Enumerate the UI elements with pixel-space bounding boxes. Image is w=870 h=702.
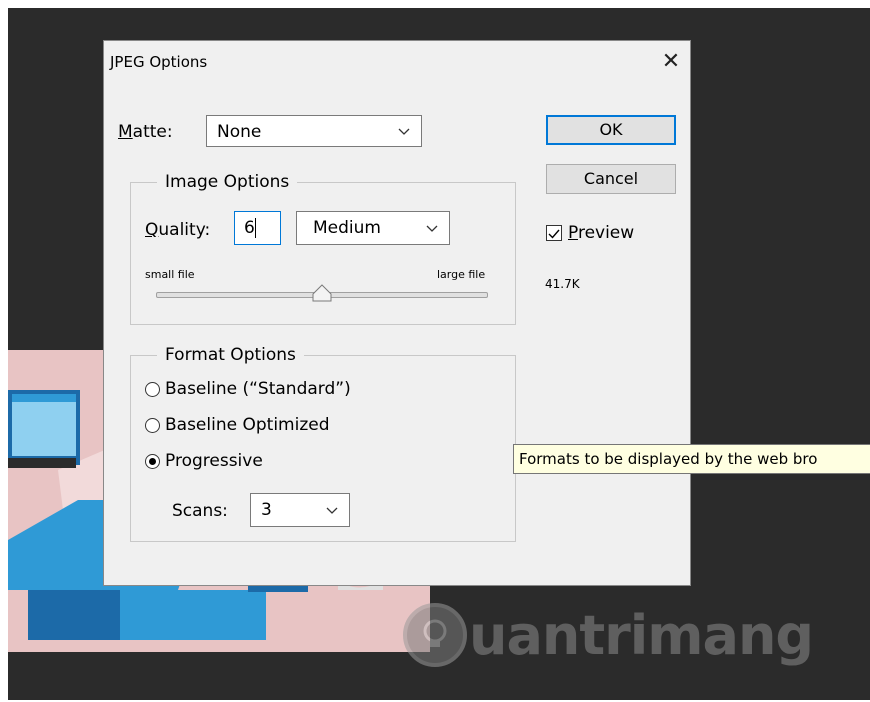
checkmark-icon — [548, 229, 560, 239]
tooltip: Formats to be displayed by the web bro — [513, 444, 870, 474]
close-icon: ✕ — [661, 49, 681, 74]
quality-label: Quality: — [145, 220, 211, 240]
quality-slider-thumb[interactable] — [312, 284, 332, 302]
slider-min-label: small file — [145, 268, 195, 281]
bulb-icon — [403, 603, 467, 667]
cancel-button[interactable]: Cancel — [546, 164, 676, 194]
jpeg-options-dialog: JPEG Options ✕ Matte: None OK Cancel Pre… — [103, 40, 691, 586]
watermark-text: uantrimang — [469, 603, 814, 667]
chevron-down-icon — [326, 507, 338, 514]
scans-label: Scans: — [172, 501, 228, 521]
matte-select[interactable]: None — [206, 115, 422, 147]
chevron-down-icon — [398, 128, 410, 135]
radio-button[interactable] — [145, 418, 160, 433]
quality-input[interactable]: 6 — [234, 211, 281, 245]
matte-value: None — [217, 122, 262, 142]
watermark-logo: uantrimang — [403, 598, 814, 672]
format-option-label[interactable]: Progressive — [165, 451, 263, 471]
workspace-canvas: uantrimang JPEG Options ✕ Matte: None OK… — [8, 8, 870, 700]
format-options-legend: Format Options — [157, 345, 304, 365]
image-options-group: Image Options — [130, 172, 516, 325]
slider-max-label: large file — [437, 268, 486, 281]
scans-value: 3 — [261, 500, 272, 520]
image-options-legend: Image Options — [157, 172, 298, 192]
radio-button[interactable] — [145, 454, 160, 469]
close-button[interactable]: ✕ — [660, 51, 682, 73]
radio-dot — [149, 458, 156, 465]
quality-value: 6 — [244, 218, 255, 238]
file-size-readout: 41.7K — [545, 277, 580, 291]
format-option-label[interactable]: Baseline Optimized — [165, 415, 330, 435]
quality-preset-select[interactable]: Medium — [296, 211, 450, 245]
text-caret — [255, 218, 256, 238]
preview-label[interactable]: Preview — [568, 223, 634, 243]
format-option-label[interactable]: Baseline (“Standard”) — [165, 379, 351, 399]
preview-checkbox[interactable] — [546, 225, 562, 241]
radio-button[interactable] — [145, 382, 160, 397]
title-bar: JPEG Options ✕ — [104, 41, 690, 81]
matte-label: Matte: — [118, 122, 173, 142]
quality-preset-value: Medium — [313, 218, 381, 238]
chevron-down-icon — [426, 225, 438, 232]
scans-select[interactable]: 3 — [250, 493, 350, 527]
ok-button[interactable]: OK — [546, 115, 676, 145]
dialog-title: JPEG Options — [110, 53, 208, 71]
